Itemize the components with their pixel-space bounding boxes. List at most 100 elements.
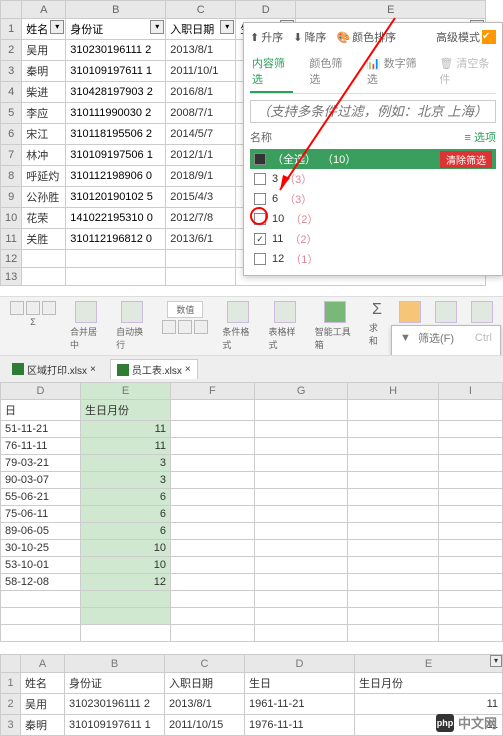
cell-name[interactable]: 林冲 (22, 145, 66, 166)
cell-date[interactable]: 30-10-25 (1, 540, 81, 557)
cell-name[interactable]: 秦明 (21, 715, 65, 736)
col-E[interactable]: E (355, 655, 503, 673)
cell-month[interactable]: 6 (81, 489, 171, 506)
col-A[interactable]: A (22, 1, 66, 19)
cell-month[interactable]: 10 (81, 540, 171, 557)
tab-file-2[interactable]: 员工表.xlsx × (110, 359, 198, 379)
cell-date[interactable]: 2013/8/1 (165, 694, 245, 715)
cell-id[interactable]: 310428197903 2 (66, 82, 166, 103)
tab-file-1[interactable]: 区域打印.xlsx × (6, 360, 102, 379)
cell-name[interactable]: 柴进 (22, 82, 66, 103)
cell-date[interactable]: 55-06-21 (1, 489, 81, 506)
col-H[interactable]: H (348, 383, 438, 400)
cell-m[interactable]: 11 (355, 694, 503, 715)
row-num[interactable]: 7 (1, 145, 22, 166)
cell-id[interactable]: 141022195310 0 (66, 208, 166, 229)
cell-name[interactable]: 公孙胜 (22, 187, 66, 208)
col-A[interactable]: A (21, 655, 65, 673)
filter-item[interactable]: 11 （2） (250, 229, 496, 249)
row-num[interactable]: 9 (1, 187, 22, 208)
filter-item[interactable]: （全选） （10） 清除筛选 (250, 149, 496, 169)
col-E[interactable]: E (81, 383, 171, 400)
filter-item[interactable]: 12 （1） (250, 249, 496, 269)
row-num[interactable]: 2 (1, 694, 21, 715)
cell-month[interactable]: 6 (81, 523, 171, 540)
col-C[interactable]: C (165, 655, 245, 673)
cell-id[interactable]: 310109197611 1 (65, 715, 165, 736)
row-num[interactable]: 10 (1, 208, 22, 229)
col-D[interactable]: D (245, 655, 355, 673)
ctx-reapply[interactable]: ↻重新应用(Y) (392, 350, 500, 356)
tab-color-filter[interactable]: 颜色筛选 (307, 51, 350, 93)
cell-date[interactable]: 2015/4/3 (166, 187, 236, 208)
cell-bd[interactable]: 1961-11-21 (245, 694, 355, 715)
cell-date[interactable]: 79-03-21 (1, 455, 81, 472)
filter-icon[interactable]: ▾ (50, 20, 64, 34)
col-B[interactable]: B (66, 1, 166, 19)
b-hdr-id[interactable]: 身份证▾ (65, 673, 165, 694)
b-hdr-m[interactable]: 生日月份▾ (355, 673, 503, 694)
advanced-mode[interactable]: 高级模式✔ (436, 29, 496, 45)
cell-date[interactable]: 76-11-11 (1, 438, 81, 455)
hdr-e[interactable]: 生日月份 (81, 400, 171, 421)
cell-month[interactable]: 11 (81, 438, 171, 455)
hdr-name[interactable]: 姓名▾ (22, 19, 66, 40)
bottom-spreadsheet[interactable]: A B C D E 1 姓名▾ 身份证▾ 入职日期▾ 生日▾ 生日月份▾ 2 吴… (0, 654, 503, 736)
filter-item[interactable]: 3 （3） (250, 169, 496, 189)
hdr-date[interactable]: 入职日期▾ (166, 19, 236, 40)
cell-date[interactable]: 58-12-08 (1, 574, 81, 591)
filter-icon[interactable]: ▾ (220, 20, 234, 34)
b-hdr-bd[interactable]: 生日▾ (245, 673, 355, 694)
filter-item[interactable]: 6 （3） (250, 189, 496, 209)
cell-date[interactable]: 2013/8/1 (166, 40, 236, 61)
col-I[interactable]: I (438, 383, 502, 400)
sort-desc[interactable]: ⬇ 降序 (293, 29, 326, 45)
cell-month[interactable]: 3 (81, 455, 171, 472)
col-E[interactable]: E (296, 1, 486, 19)
ribbon-numfmt[interactable]: 数值 (158, 301, 212, 334)
tab-number-filter[interactable]: 📊 数字筛选 (365, 51, 423, 93)
row-num[interactable]: 11 (1, 229, 22, 250)
tab-content-filter[interactable]: 内容筛选 (250, 51, 293, 93)
corner-cell[interactable] (1, 1, 22, 19)
cell-name[interactable]: 吴用 (21, 694, 65, 715)
cell-date[interactable]: 2012/1/1 (166, 145, 236, 166)
cell-id[interactable]: 310230196111 2 (66, 40, 166, 61)
checkbox-icon[interactable] (254, 153, 266, 165)
cell-id[interactable]: 310111990030 2 (66, 103, 166, 124)
ribbon-sum2[interactable]: Σ求和 (365, 301, 389, 347)
cell-id[interactable]: 310118195506 2 (66, 124, 166, 145)
checkbox-icon[interactable] (254, 193, 266, 205)
ribbon-tablestyle[interactable]: 表格样式 (265, 301, 305, 351)
cell-date[interactable]: 75-06-11 (1, 506, 81, 523)
cell-id[interactable]: 310120190102 5 (66, 187, 166, 208)
cell-date[interactable]: 2012/7/8 (166, 208, 236, 229)
col-B[interactable]: B (65, 655, 165, 673)
cell-date[interactable]: 2013/6/1 (166, 229, 236, 250)
cell-date[interactable]: 2008/7/1 (166, 103, 236, 124)
cell-name[interactable]: 吴用 (22, 40, 66, 61)
cell-date[interactable]: 2016/8/1 (166, 82, 236, 103)
hdr-id[interactable]: 身份证▾ (66, 19, 166, 40)
row-num[interactable]: 3 (1, 61, 22, 82)
col-G[interactable]: G (254, 383, 348, 400)
ribbon-condfmt[interactable]: 条件格式 (218, 301, 258, 351)
row-num[interactable]: 2 (1, 40, 22, 61)
cell-date[interactable]: 51-11-21 (1, 421, 81, 438)
cell-month[interactable]: 11 (81, 421, 171, 438)
cell-month[interactable]: 12 (81, 574, 171, 591)
row-num[interactable]: 3 (1, 715, 21, 736)
ctx-filter[interactable]: ▼筛选(F)Ctrl (392, 326, 500, 350)
cell-month[interactable]: 10 (81, 557, 171, 574)
color-sort[interactable]: 🎨 颜色排序 (336, 29, 396, 45)
ribbon-wrap[interactable]: 自动换行 (112, 301, 152, 351)
cell-id[interactable]: 310112198906 0 (66, 166, 166, 187)
filter-icon[interactable]: ▾ (150, 20, 164, 34)
col-F[interactable]: F (171, 383, 255, 400)
filter-item[interactable]: 10 （2） (250, 209, 496, 229)
clear-filter-btn[interactable]: 清除筛选 (440, 151, 492, 168)
checkbox-icon[interactable] (254, 173, 266, 185)
col-D[interactable]: D (236, 1, 296, 19)
cell-name[interactable]: 李应 (22, 103, 66, 124)
sort-asc[interactable]: ⬆ 升序 (250, 29, 283, 45)
